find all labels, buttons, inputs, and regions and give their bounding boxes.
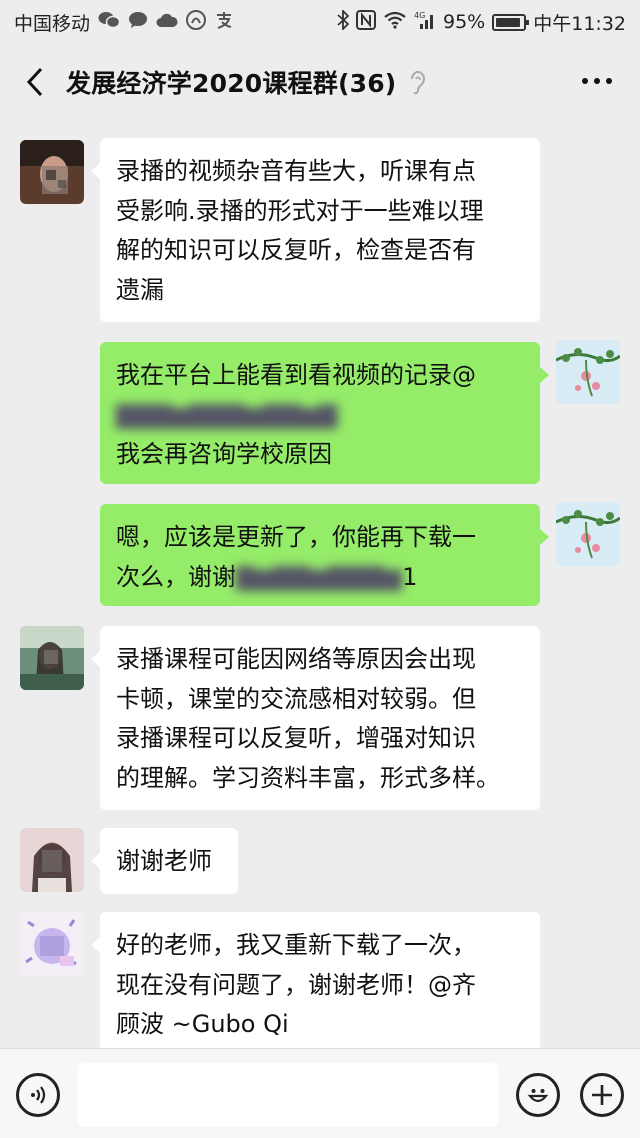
cloud-notification-icon xyxy=(156,12,178,33)
redacted-mention: ▇▇▇▆▇▇▇▆▇▇▆▇ xyxy=(116,400,338,429)
message-line: 谢谢老师 xyxy=(116,847,212,875)
battery-percent: 95% xyxy=(443,11,486,33)
signal-icon: 4G xyxy=(414,10,436,35)
back-icon[interactable] xyxy=(20,62,50,102)
app-notification-icon xyxy=(186,9,207,35)
message-list: 录播的视频杂音有些大，听课有点 受影响.录播的形式对于一些难以理 解的知识可以反… xyxy=(0,120,640,1048)
message-bubble[interactable]: 好的老师，我又重新下载了一次， 现在没有问题了，谢谢老师！@齐 顾波 ~Gubo… xyxy=(91,912,540,1048)
plus-icon[interactable] xyxy=(580,1073,624,1117)
message-line: 的理解。学习资料丰富，形式多样。 xyxy=(116,763,500,792)
voice-icon[interactable] xyxy=(16,1073,60,1117)
battery-icon xyxy=(492,13,530,31)
message-bubble[interactable]: 我在平台上能看到看视频的记录@ ▇▇▇▆▇▇▇▆▇▇▆▇ 我会再咨询学校原因 xyxy=(100,342,549,484)
message-line: 录播的视频杂音有些大，听课有点 xyxy=(116,157,476,185)
self-avatar[interactable] xyxy=(556,502,620,566)
message-bubble[interactable]: 录播的视频杂音有些大，听课有点 受影响.录播的形式对于一些难以理 解的知识可以反… xyxy=(91,138,540,322)
chat-notification-icon xyxy=(128,11,148,34)
more-dots-icon[interactable] xyxy=(582,78,612,84)
message-bubble[interactable]: 谢谢老师 xyxy=(91,828,238,894)
wechat-notification-icon xyxy=(98,11,121,34)
carrier-label: 中国移动 xyxy=(14,12,91,35)
message-line: 受影响.录播的形式对于一些难以理 xyxy=(116,196,484,225)
message-line: 现在没有问题了，谢谢老师！@齐 xyxy=(116,970,476,999)
message-text: 次么，谢谢 xyxy=(116,562,236,591)
alipay-notification-icon xyxy=(214,10,234,35)
bluetooth-icon xyxy=(337,8,350,35)
self-avatar[interactable] xyxy=(556,340,620,404)
message-line: 录播课程可能因网络等原因会出现 xyxy=(116,645,476,673)
message-line: 遗漏 xyxy=(116,275,164,304)
ear-icon xyxy=(408,69,428,95)
message-line: 顾波 ~Gubo Qi xyxy=(116,1010,289,1038)
message-line: 录播课程可以反复听，增强对知识 xyxy=(116,724,476,752)
group-title: 发展经济学2020课程群(36) xyxy=(66,69,397,98)
chat-header: 发展经济学2020课程群(36) xyxy=(0,44,640,120)
status-bar: 中国移动 4G 95% 中午11:32 xyxy=(0,0,640,44)
clock: 中午11:32 xyxy=(533,12,626,35)
message-line: 我在平台上能看到看视频的记录@ xyxy=(116,361,476,389)
svg-text:4G: 4G xyxy=(414,11,425,20)
avatar[interactable] xyxy=(20,626,84,690)
message-line: 嗯，应该是更新了，你能再下载一 xyxy=(116,523,476,551)
status-left: 中国移动 xyxy=(14,9,234,36)
message-tail: 1 xyxy=(402,562,418,591)
message-line: 我会再咨询学校原因 xyxy=(116,440,332,468)
message-bubble[interactable]: 嗯，应该是更新了，你能再下载一 次么，谢谢▇▆▇▇▆▇▇▇▆1 xyxy=(100,504,549,606)
message-line: 好的老师，我又重新下载了一次， xyxy=(116,931,476,959)
message-bubble[interactable]: 录播课程可能因网络等原因会出现 卡顿，课堂的交流感相对较弱。但 录播课程可以反复… xyxy=(91,626,540,810)
wifi-icon xyxy=(383,11,407,34)
message-line: 卡顿，课堂的交流感相对较弱。但 xyxy=(116,684,476,713)
message-line: 次么，谢谢▇▆▇▇▆▇▇▇▆1 xyxy=(116,558,524,598)
redacted-mention: ▇▆▇▇▆▇▇▇▆ xyxy=(236,562,403,591)
avatar[interactable] xyxy=(20,828,84,892)
message-input[interactable] xyxy=(78,1063,498,1127)
emoji-icon[interactable] xyxy=(516,1073,560,1117)
message-line: 解的知识可以反复听，检查是否有 xyxy=(116,236,476,264)
status-right: 4G 95% 中午11:32 xyxy=(337,8,626,36)
avatar[interactable] xyxy=(20,912,84,976)
nfc-icon xyxy=(356,9,376,35)
input-bar xyxy=(0,1048,640,1138)
avatar[interactable] xyxy=(20,140,84,204)
